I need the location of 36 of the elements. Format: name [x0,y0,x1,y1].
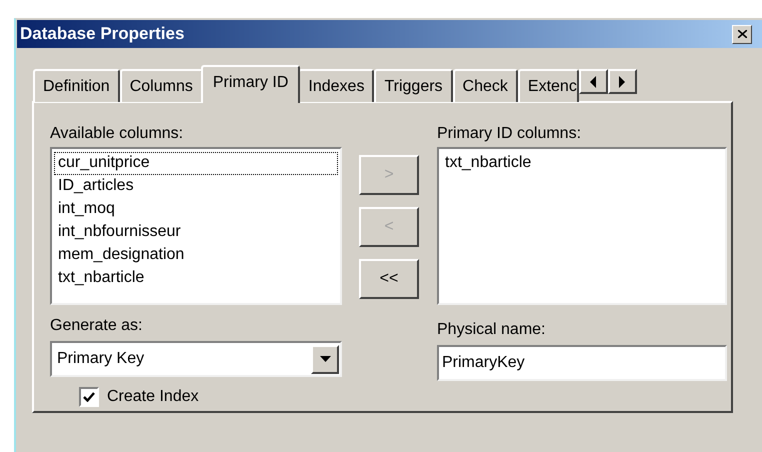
list-item[interactable]: cur_unitprice [54,152,338,175]
tab[interactable]: Definition [33,69,120,102]
left-arrow-icon [589,76,598,88]
tab[interactable]: Indexes [298,69,374,102]
dropdown-button[interactable] [311,344,339,374]
window-title: Database Properties [20,23,184,46]
checkbox-label: Create Index [107,387,199,407]
field-label: Generate as: [50,316,144,336]
tab[interactable]: Columns [120,69,203,102]
list-item[interactable]: int_moq [54,198,338,221]
list-box[interactable]: txt_nbarticle [437,147,727,305]
tab-scroll-button[interactable] [608,69,637,94]
right-arrow-icon [618,76,626,88]
list-item[interactable]: txt_nbarticle [54,267,338,290]
tab[interactable]: Extenc [518,69,579,102]
list-item[interactable]: ID_articles [54,175,338,198]
list-item[interactable]: int_nbfournisseur [54,221,338,244]
list-item[interactable]: txt_nbarticle [441,152,723,175]
list-item[interactable]: mem_designation [54,244,338,267]
list-box[interactable]: cur_unitprice ID_articles int_moq int_nbfournisseur mem_designation txt_nbarticle [50,147,342,305]
field-label: Primary ID columns: [437,124,582,144]
combo-box[interactable]: Primary Key [50,341,342,377]
tab[interactable]: Primary ID [200,65,300,103]
close-button[interactable] [732,24,752,44]
tab[interactable]: Triggers [374,69,453,102]
field-label: Available columns: [50,124,184,144]
close-icon [738,30,746,38]
field-label: Physical name: [437,320,546,340]
move-button[interactable]: << [359,259,419,299]
checkbox[interactable] [79,387,99,407]
caret-icon [320,356,330,362]
check-icon [83,392,95,402]
combo-value: Primary Key [57,349,144,369]
tab[interactable]: Check [452,69,518,102]
tab-scroll-button[interactable] [578,69,608,94]
input-field[interactable]: PrimaryKey [437,345,727,381]
